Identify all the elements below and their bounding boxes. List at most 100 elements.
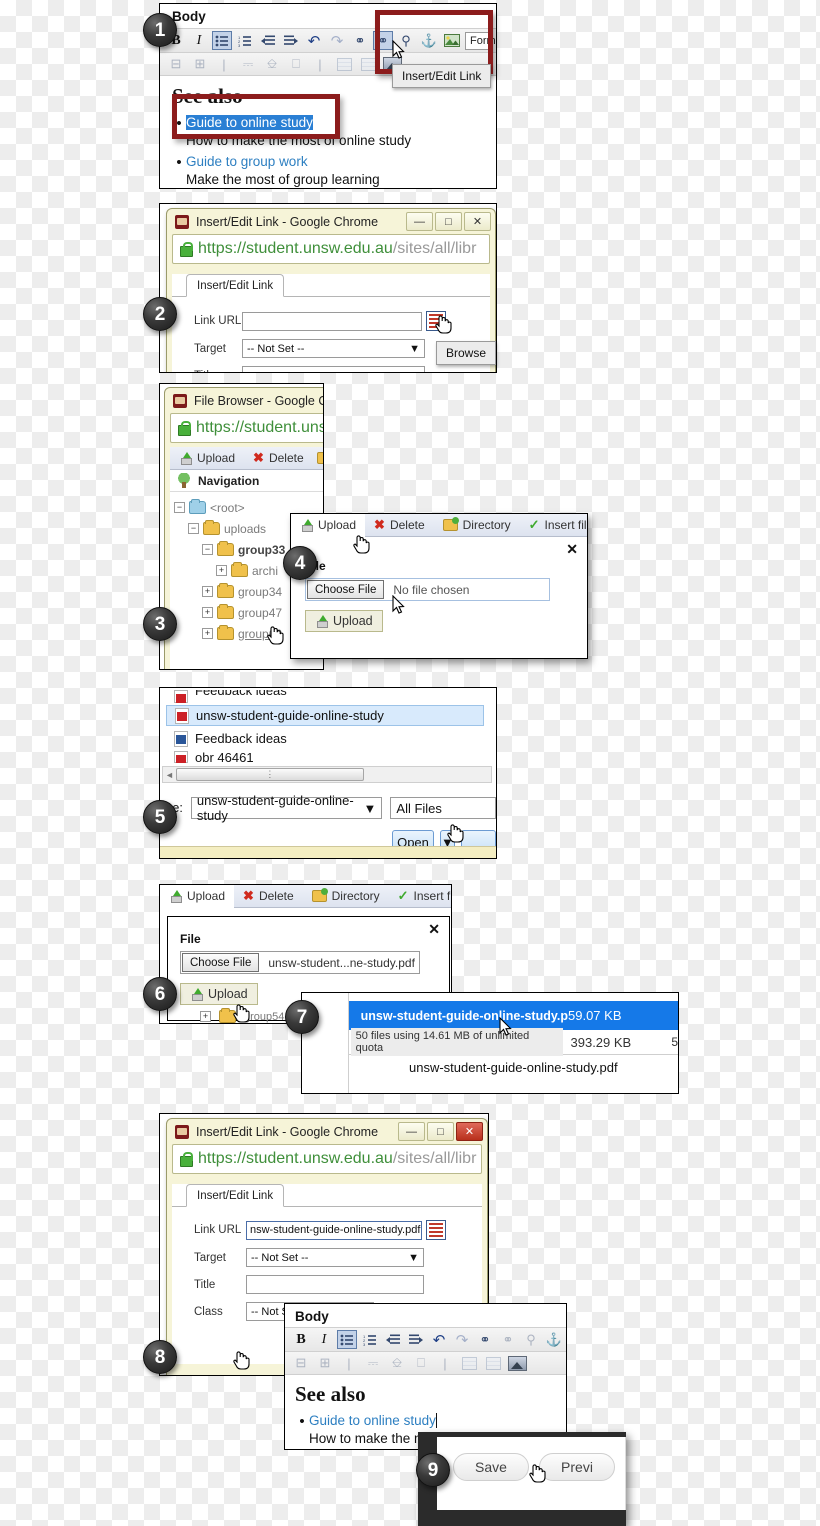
- title-input[interactable]: [246, 1275, 424, 1294]
- expander-icon[interactable]: +: [202, 628, 213, 639]
- toolbar-insert-file-button[interactable]: ✓ Insert fil: [520, 514, 596, 537]
- editor-toolbar-row1[interactable]: B I 123 ↶ ↷ ⚭ ⚭ ⚲ ⚓: [285, 1327, 566, 1352]
- toolbar-upload-button[interactable]: Upload: [160, 885, 235, 908]
- table-cell-props-icon[interactable]: ⊞: [315, 1354, 335, 1373]
- indent-icon[interactable]: [281, 31, 301, 50]
- edit-link-icon[interactable]: ⚭: [498, 1330, 518, 1349]
- editor-toolbar-row2[interactable]: ⊟ ⊞ | ⎓ ⎒ ⎕ |: [285, 1352, 566, 1375]
- preview-button[interactable]: Previ: [539, 1453, 615, 1481]
- undo-icon[interactable]: ↶: [304, 31, 324, 50]
- list-item[interactable]: obr 46461: [166, 751, 496, 763]
- close-icon[interactable]: ✕: [428, 921, 440, 938]
- insert-link-icon[interactable]: ⚭: [475, 1330, 495, 1349]
- unordered-list-icon[interactable]: [212, 31, 232, 50]
- insert-link-icon[interactable]: ⚭: [350, 31, 370, 50]
- close-button[interactable]: ✕: [456, 1122, 483, 1141]
- upload-toolbar[interactable]: Upload ✖ Delete Directory ✓ Insert file: [160, 885, 451, 908]
- insert-row-before-icon[interactable]: ⎓: [238, 55, 258, 74]
- close-button[interactable]: ✕: [464, 212, 491, 231]
- address-bar[interactable]: https://student.unsw.edu.au /sites/all/l…: [172, 1144, 482, 1174]
- insert-media-icon[interactable]: [507, 1354, 527, 1373]
- file-list[interactable]: unsw-student-guide-online-study.p 59.07 …: [348, 993, 678, 1093]
- window-controls[interactable]: — □ ✕: [398, 1122, 483, 1141]
- expander-icon[interactable]: −: [174, 502, 185, 513]
- undo-icon[interactable]: ↶: [429, 1330, 449, 1349]
- ordered-list-icon[interactable]: 123: [235, 31, 255, 50]
- tree-node-group54[interactable]: + group54: [200, 1008, 284, 1023]
- anchor-icon[interactable]: ⚓: [544, 1330, 564, 1349]
- unlink-icon[interactable]: ⚲: [521, 1330, 541, 1349]
- close-icon[interactable]: ✕: [566, 541, 578, 558]
- choose-file-button[interactable]: Choose File: [182, 953, 260, 972]
- toolbar-directory-button[interactable]: [313, 447, 323, 470]
- italic-icon[interactable]: I: [314, 1330, 334, 1349]
- list-item[interactable]: Feedback ideas: [166, 728, 496, 749]
- table-row-props-icon[interactable]: ⊟: [291, 1354, 311, 1373]
- file-list[interactable]: Feedback ideas unsw-student-guide-online…: [160, 688, 496, 763]
- tab-insert-edit-link[interactable]: Insert/Edit Link: [186, 274, 285, 297]
- italic-icon[interactable]: I: [189, 31, 209, 50]
- toolbar-directory-button[interactable]: Directory: [434, 514, 520, 537]
- table-row-selected[interactable]: unsw-student-guide-online-study.p 59.07 …: [348, 1001, 678, 1030]
- toolbar-insert-file-button[interactable]: ✓ Insert file: [389, 885, 451, 908]
- insert-row-before-icon[interactable]: ⎓: [363, 1354, 383, 1373]
- outdent-icon[interactable]: [258, 31, 278, 50]
- indent-icon[interactable]: [406, 1330, 426, 1349]
- table-cell-props-icon[interactable]: ⊞: [190, 55, 210, 74]
- redo-icon[interactable]: ↷: [327, 31, 347, 50]
- upload-submit-button[interactable]: Upload: [180, 983, 258, 1005]
- ordered-list-icon[interactable]: 123: [360, 1330, 380, 1349]
- expander-icon[interactable]: +: [202, 607, 213, 618]
- toolbar-upload-button[interactable]: Upload: [170, 447, 244, 470]
- outdent-icon[interactable]: [383, 1330, 403, 1349]
- scroll-left-arrow-icon[interactable]: ◄: [163, 770, 176, 780]
- minimize-button[interactable]: —: [406, 212, 433, 231]
- split-cell-icon[interactable]: [459, 1354, 479, 1373]
- list-item[interactable]: Feedback ideas: [166, 690, 496, 703]
- address-bar[interactable]: https://student.uns: [170, 413, 323, 443]
- file-name-combobox[interactable]: unsw-student-guide-online-study ▼: [190, 793, 383, 823]
- link-url-input[interactable]: [242, 311, 422, 331]
- target-select[interactable]: -- Not Set -- ▼: [242, 339, 425, 358]
- expander-icon[interactable]: −: [188, 523, 199, 534]
- choose-file-button[interactable]: Choose File: [307, 580, 385, 599]
- toolbar-upload-button[interactable]: Upload: [291, 513, 366, 537]
- split-cell-icon[interactable]: [334, 55, 354, 74]
- tab-insert-edit-link[interactable]: Insert/Edit Link: [186, 1184, 285, 1207]
- save-button[interactable]: Save: [453, 1453, 529, 1481]
- link-url-input[interactable]: nsw-student-guide-online-study.pdf: [246, 1220, 422, 1240]
- toolbar-delete-button[interactable]: ✖ Delete: [365, 514, 434, 537]
- bold-icon[interactable]: B: [291, 1330, 311, 1349]
- scrollbar-thumb[interactable]: ⋮: [175, 768, 364, 781]
- address-bar[interactable]: https://student.unsw.edu.au /sites/all/l…: [172, 234, 490, 264]
- browse-server-button[interactable]: [426, 311, 446, 331]
- table-row-props-icon[interactable]: ⊟: [166, 55, 186, 74]
- minimize-button[interactable]: —: [398, 1122, 425, 1141]
- file-picker[interactable]: Choose File No file chosen: [305, 578, 550, 601]
- expander-icon[interactable]: +: [216, 565, 227, 576]
- upload-toolbar[interactable]: Upload ✖ Delete Directory ✓ Insert fil: [291, 513, 587, 537]
- delete-row-icon[interactable]: ⎕: [286, 55, 306, 74]
- redo-icon[interactable]: ↷: [452, 1330, 472, 1349]
- table-row[interactable]: 50 files using 14.61 MB of unlimited quo…: [349, 1028, 678, 1056]
- target-select[interactable]: -- Not Set -- ▼: [246, 1248, 424, 1267]
- maximize-button[interactable]: □: [435, 212, 462, 231]
- list-item-selected[interactable]: unsw-student-guide-online-study: [166, 705, 484, 726]
- window-controls[interactable]: — □ ✕: [406, 212, 491, 231]
- toolbar-directory-button[interactable]: Directory: [303, 885, 389, 908]
- toolbar-delete-button[interactable]: ✖ Delete: [234, 885, 303, 908]
- file-browser-toolbar[interactable]: Upload ✖ Delete: [170, 447, 323, 470]
- title-input[interactable]: [242, 366, 425, 372]
- link-guide-online-study[interactable]: Guide to online study: [309, 1413, 436, 1428]
- maximize-button[interactable]: □: [427, 1122, 454, 1141]
- insert-row-after-icon[interactable]: ⎒: [387, 1354, 407, 1373]
- expander-icon[interactable]: +: [202, 586, 213, 597]
- toolbar-delete-button[interactable]: ✖ Delete: [244, 447, 313, 470]
- unordered-list-icon[interactable]: [337, 1330, 357, 1349]
- file-picker[interactable]: Choose File unsw-student...ne-study.pdf: [180, 951, 420, 974]
- browse-server-button[interactable]: [426, 1220, 446, 1240]
- delete-row-icon[interactable]: ⎕: [411, 1354, 431, 1373]
- link-guide-group-work[interactable]: Guide to group work: [186, 154, 308, 169]
- expander-icon[interactable]: +: [200, 1011, 211, 1022]
- upload-submit-button[interactable]: Upload: [305, 610, 383, 632]
